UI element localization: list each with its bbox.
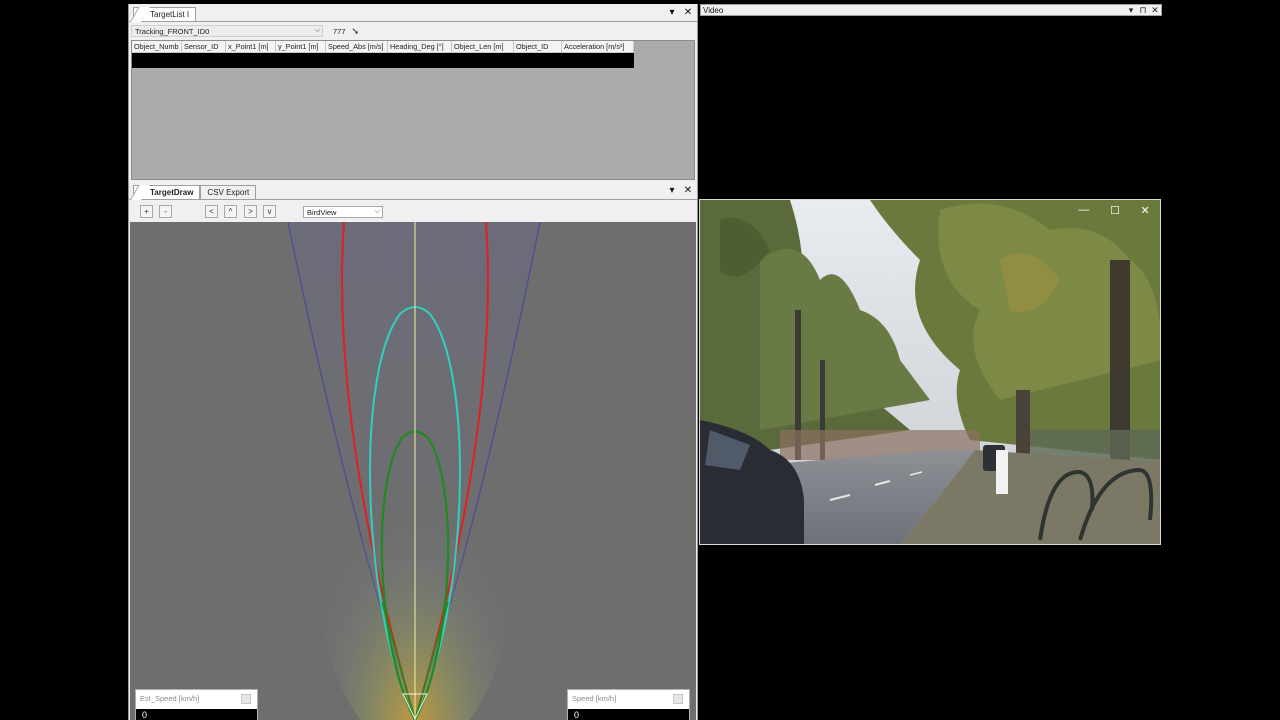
pan-up-button[interactable]: ^	[224, 205, 237, 218]
target-list-pane-controls: ▾ ✕	[667, 8, 693, 18]
source-select[interactable]: Tracking_FRONT_ID0 ⌵	[131, 25, 323, 37]
target-list-toolbar: Tracking_FRONT_ID0 ⌵ 777 ➘	[131, 24, 695, 38]
speed-value: 0	[568, 709, 689, 720]
speed-label: Speed [km/h]	[572, 694, 617, 703]
target-table[interactable]: Object_Numb Sensor_ID x_Point1 [m] y_Point1…	[131, 40, 695, 180]
application-window: TargetList I ▾ ✕ Tracking_FRONT_ID0 ⌵ 77…	[128, 4, 698, 720]
est-speed-value: 0	[136, 709, 257, 720]
view-mode-value: BirdView	[307, 207, 337, 217]
tab-target-draw[interactable]: TargetDraw	[133, 185, 201, 199]
minimize-icon[interactable]: —	[1078, 204, 1089, 216]
column-header[interactable]: Heading_Deg [°]	[388, 41, 452, 53]
dashcam-video-frame	[700, 200, 1160, 544]
zoom-in-button[interactable]: +	[140, 205, 153, 218]
zoom-out-button[interactable]: -	[159, 205, 172, 218]
pan-down-button[interactable]: v	[263, 205, 276, 218]
column-header[interactable]: y_Point1 [m]	[276, 41, 326, 53]
view-mode-select[interactable]: BirdView ⌵	[303, 206, 383, 218]
speed-display: Speed [km/h] 0	[567, 689, 690, 720]
target-list-pane: TargetList I ▾ ✕ Tracking_FRONT_ID0 ⌵ 77…	[129, 4, 697, 182]
object-count: 777	[333, 26, 346, 36]
target-draw-toolbar: + - < ^ > v BirdView ⌵	[129, 202, 697, 222]
target-draw-pane: TargetDraw CSV Export ▾ ✕ + - < ^ > v Bi…	[129, 184, 697, 720]
pane-menu-icon[interactable]: ▾	[667, 8, 677, 18]
column-header[interactable]: Speed_Abs [m/s]	[326, 41, 388, 53]
column-header[interactable]: Object_ID	[514, 41, 562, 53]
chevron-down-icon: ⌵	[374, 208, 380, 215]
video-window-controls: — ☐ ✕	[1068, 200, 1160, 220]
table-row[interactable]	[132, 53, 634, 68]
pan-left-button[interactable]: <	[205, 205, 218, 218]
video-pane-header: Video ▾ ⊓ ✕	[700, 4, 1162, 16]
pane-menu-icon[interactable]: ▾	[667, 186, 677, 196]
pan-right-button[interactable]: >	[244, 205, 257, 218]
tab-target-list[interactable]: TargetList I	[133, 7, 197, 21]
close-icon[interactable]: ✕	[1151, 5, 1159, 16]
est-speed-toggle[interactable]	[241, 694, 251, 704]
column-header[interactable]: Acceleration [m/s²]	[562, 41, 634, 53]
table-header-row: Object_Numb Sensor_ID x_Point1 [m] y_Point1…	[132, 41, 634, 53]
close-icon[interactable]: ✕	[683, 186, 693, 196]
video-pane-controls: ▾ ⊓ ✕	[1127, 5, 1159, 16]
column-header[interactable]: Object_Len [m]	[452, 41, 514, 53]
est-speed-display: Est_Speed [km/h] 0	[135, 689, 258, 720]
pin-icon[interactable]: ⊓	[1139, 5, 1147, 16]
column-header[interactable]: Sensor_ID	[182, 41, 226, 53]
target-list-tabbar: TargetList I ▾ ✕	[129, 6, 697, 22]
pane-menu-icon[interactable]: ▾	[1127, 5, 1135, 16]
maximize-icon[interactable]: ☐	[1110, 204, 1120, 217]
chevron-down-icon: ⌵	[314, 27, 320, 34]
tab-csv-export[interactable]: CSV Export	[200, 185, 257, 199]
sensor-field-of-view-drawing	[287, 222, 541, 720]
est-speed-label: Est_Speed [km/h]	[140, 694, 200, 703]
bird-view-canvas[interactable]: Est_Speed [km/h] 0 Speed [km/h] 0	[130, 222, 696, 720]
target-draw-pane-controls: ▾ ✕	[667, 186, 693, 196]
close-icon[interactable]: ✕	[683, 8, 693, 18]
speed-toggle[interactable]	[673, 694, 683, 704]
close-icon[interactable]: ✕	[1140, 204, 1149, 217]
column-header[interactable]: x_Point1 [m]	[226, 41, 276, 53]
video-player-window[interactable]: — ☐ ✕	[699, 199, 1161, 545]
column-header[interactable]: Object_Numb	[132, 41, 182, 53]
mouse-cursor-icon: ➘	[351, 25, 360, 36]
source-select-value: Tracking_FRONT_ID0	[135, 26, 210, 36]
video-pane-title: Video	[703, 6, 724, 15]
target-draw-tabbar: TargetDraw CSV Export ▾ ✕	[129, 184, 697, 200]
